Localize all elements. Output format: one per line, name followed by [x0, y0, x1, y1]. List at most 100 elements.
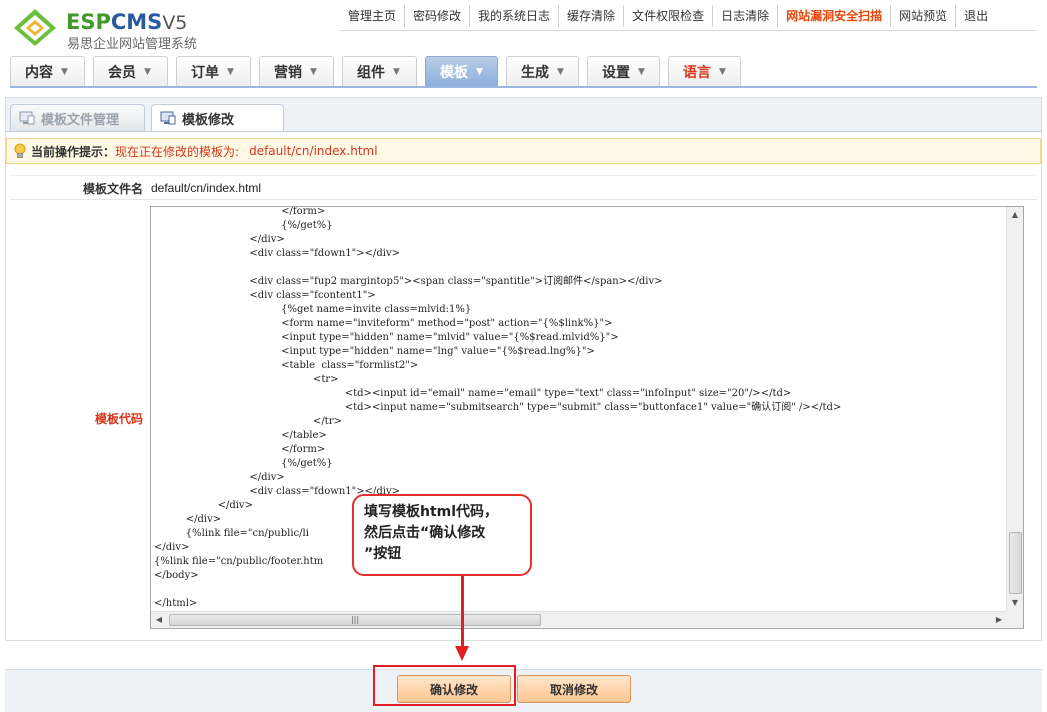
- template-code-textarea[interactable]: </form> {%/get%} </div> <div class="fdow…: [150, 206, 1024, 629]
- menu-templates[interactable]: 模板 ▼: [425, 56, 498, 86]
- cancel-edit-button[interactable]: 取消修改: [517, 675, 631, 703]
- menu-label: 设置: [602, 64, 630, 81]
- logo-brand: ESPCMSV5: [66, 10, 187, 34]
- logo-version: V5: [162, 12, 188, 34]
- menu-settings[interactable]: 设置 ▼: [587, 56, 660, 86]
- logo-emblem-icon: [14, 9, 56, 46]
- menu-divider: [10, 86, 1037, 88]
- chevron-down-icon: ▼: [557, 66, 564, 77]
- page-root: ESPCMSV5 易思企业网站管理系统 管理主页 密码修改 我的系统日志 缓存清…: [0, 0, 1047, 712]
- menu-label: 模板: [440, 64, 468, 81]
- hint-label: 当前操作提示：: [31, 144, 116, 159]
- code-line: </div>: [154, 514, 222, 525]
- menu-components[interactable]: 组件 ▼: [342, 56, 417, 86]
- topnav-my-logs[interactable]: 我的系统日志: [469, 5, 558, 27]
- lightbulb-icon: [14, 143, 26, 158]
- topnav-site-preview[interactable]: 网站预览: [890, 5, 955, 27]
- chevron-down-icon: ▼: [227, 66, 234, 77]
- tab-label: 模板修改: [182, 112, 235, 128]
- vertical-scroll-thumb[interactable]: [1009, 532, 1022, 594]
- code-line: <div class="fup2 margintop5"><span class…: [154, 276, 663, 287]
- logo-brand-esp: ESP: [66, 10, 111, 34]
- callout-line: ”按钮: [364, 546, 402, 562]
- filename-value: default/cn/index.html: [151, 181, 262, 195]
- menu-content[interactable]: 内容 ▼: [10, 56, 85, 86]
- tab-template-files[interactable]: 模板文件管理: [10, 104, 145, 131]
- chevron-down-icon: ▼: [719, 66, 726, 77]
- hint-message: 现在正在修改的模板为:: [115, 144, 240, 159]
- scroll-left-icon[interactable]: ◀: [151, 612, 167, 628]
- horizontal-scroll-thumb[interactable]: |||: [169, 614, 541, 626]
- scroll-up-icon[interactable]: ▲: [1007, 207, 1023, 223]
- confirm-button-highlight: [373, 665, 516, 706]
- code-line: <div class="fdown1"></div>: [154, 248, 401, 259]
- menu-marketing[interactable]: 营销 ▼: [259, 56, 334, 86]
- horizontal-scrollbar[interactable]: ◀ ||| ▶: [151, 611, 1007, 628]
- code-line: {%/get%}: [154, 458, 333, 469]
- topnav-permission-check[interactable]: 文件权限检查: [623, 5, 712, 27]
- menu-orders[interactable]: 订单 ▼: [176, 56, 251, 86]
- logo-subtitle: 易思企业网站管理系统: [67, 37, 198, 52]
- topnav-cache-clear[interactable]: 缓存清除: [558, 5, 623, 27]
- instruction-callout: 填写模板html代码， 然后点击“确认修改 ”按钮: [352, 494, 532, 576]
- menu-label: 订单: [191, 64, 219, 81]
- code-line: <form name="inviteform" method="post" ac…: [154, 318, 613, 329]
- topnav-logout[interactable]: 退出: [955, 5, 996, 27]
- monitor-icon: [19, 111, 35, 125]
- menu-language[interactable]: 语言 ▼: [668, 56, 741, 86]
- menu-label: 组件: [357, 64, 385, 81]
- menu-label: 营销: [274, 64, 302, 81]
- hint-template-path: default/cn/index.html: [249, 144, 378, 158]
- topnav-admin-home[interactable]: 管理主页: [340, 5, 404, 27]
- menu-label: 会员: [108, 64, 136, 81]
- code-line: <div class="fcontent1">: [154, 290, 376, 301]
- callout-line: 填写模板html代码，: [364, 504, 499, 520]
- topnav-log-clear[interactable]: 日志清除: [712, 5, 777, 27]
- code-line: </table>: [154, 430, 327, 441]
- code-line: </div>: [154, 234, 285, 245]
- menu-label: 生成: [521, 64, 549, 81]
- code-line: </div>: [154, 472, 285, 483]
- code-line: </tr>: [154, 416, 342, 427]
- menu-label: 语言: [683, 64, 711, 81]
- operation-hint: 当前操作提示： 现在正在修改的模板为: default/cn/index.htm…: [6, 138, 1041, 164]
- code-line: <div class="fdown1"></div>: [154, 486, 401, 497]
- logo-brand-cms: CMS: [110, 10, 163, 34]
- code-content[interactable]: </form> {%/get%} </div> <div class="fdow…: [154, 206, 1006, 609]
- code-line: </html>: [154, 598, 198, 609]
- menu-generate[interactable]: 生成 ▼: [506, 56, 579, 86]
- chevron-down-icon: ▼: [144, 66, 151, 77]
- code-line: <table class="formlist2">: [154, 360, 419, 371]
- top-nav: 管理主页 密码修改 我的系统日志 缓存清除 文件权限检查 日志清除 网站漏洞安全…: [340, 3, 996, 29]
- code-line: </form>: [154, 206, 326, 217]
- code-line: {%link file="cn/public/li: [154, 528, 309, 539]
- main-menu: 内容 ▼ 会员 ▼ 订单 ▼ 营销 ▼ 组件 ▼ 模板 ▼ 生成 ▼ 设置 ▼ 语言 ▼: [10, 56, 749, 86]
- tab-template-edit[interactable]: 模板修改: [151, 104, 284, 131]
- espcms-logo[interactable]: ESPCMSV5 易思企业网站管理系统: [10, 6, 230, 52]
- scroll-right-icon[interactable]: ▶: [991, 612, 1007, 628]
- code-line: {%get name=invite class=mlvid:1%}: [154, 304, 472, 315]
- topnav-security-scan[interactable]: 网站漏洞安全扫描: [777, 5, 890, 27]
- resize-grip-icon[interactable]: [1006, 611, 1023, 628]
- filename-label: 模板文件名: [82, 182, 143, 196]
- code-line: {%/get%}: [154, 220, 333, 231]
- vertical-scrollbar[interactable]: ▲ ▼: [1006, 207, 1023, 611]
- menu-label: 内容: [25, 64, 53, 81]
- menu-members[interactable]: 会员 ▼: [93, 56, 168, 86]
- code-line: </div>: [154, 500, 253, 511]
- code-label: 模板代码: [94, 412, 143, 426]
- tab-label: 模板文件管理: [41, 112, 120, 128]
- callout-line: 然后点击“确认修改: [364, 525, 486, 541]
- scroll-down-icon[interactable]: ▼: [1007, 595, 1023, 611]
- topnav-password[interactable]: 密码修改: [404, 5, 469, 27]
- callout-arrow-line: [461, 576, 464, 650]
- chevron-down-icon: ▼: [310, 66, 317, 77]
- chevron-down-icon: ▼: [61, 66, 68, 77]
- code-line: <td><input name="submitsearch" type="sub…: [154, 402, 842, 413]
- arrow-down-icon: [455, 646, 469, 661]
- topnav-divider: [340, 30, 1037, 31]
- code-line: {%link file="cn/public/footer.htm: [154, 556, 324, 567]
- code-line: <tr>: [154, 374, 339, 385]
